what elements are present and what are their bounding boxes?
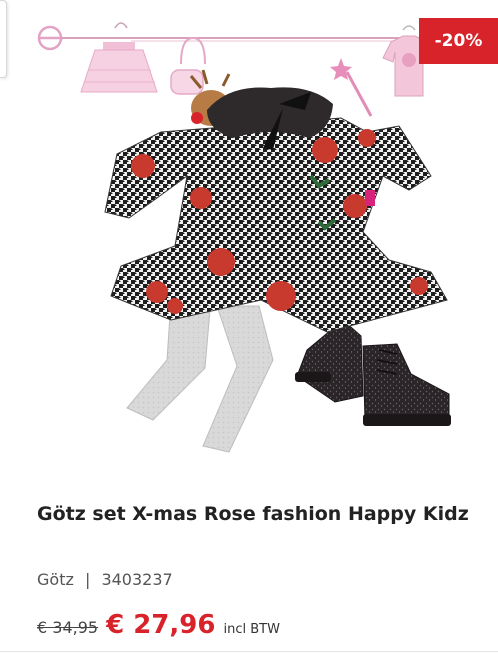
tutu-icon	[80, 22, 158, 93]
vat-note: incl BTW	[223, 622, 280, 637]
discount-badge: -20%	[419, 18, 498, 64]
product-meta: Götz | 3403237	[37, 570, 173, 589]
dress-icon	[104, 87, 448, 333]
wand-icon	[330, 58, 373, 117]
brand-name[interactable]: Götz	[37, 570, 74, 589]
old-price: € 34,95	[37, 618, 99, 637]
price-row: € 34,95 € 27,96 incl BTW	[37, 610, 280, 646]
previous-card-edge[interactable]	[0, 0, 7, 78]
product-image[interactable]	[11, 0, 498, 468]
tights-icon	[126, 297, 274, 453]
sale-price: € 27,96	[106, 610, 216, 640]
product-card[interactable]: -20% Götz set X-mas Rose fashion Happy K…	[11, 0, 498, 650]
meta-separator: |	[84, 570, 91, 589]
product-image-svg	[37, 22, 451, 453]
product-title[interactable]: Götz set X-mas Rose fashion Happy Kidz	[37, 500, 477, 529]
brand-tag	[365, 190, 375, 206]
divider	[0, 651, 498, 652]
sku-number: 3403237	[101, 570, 173, 589]
boots-icon	[295, 319, 451, 426]
